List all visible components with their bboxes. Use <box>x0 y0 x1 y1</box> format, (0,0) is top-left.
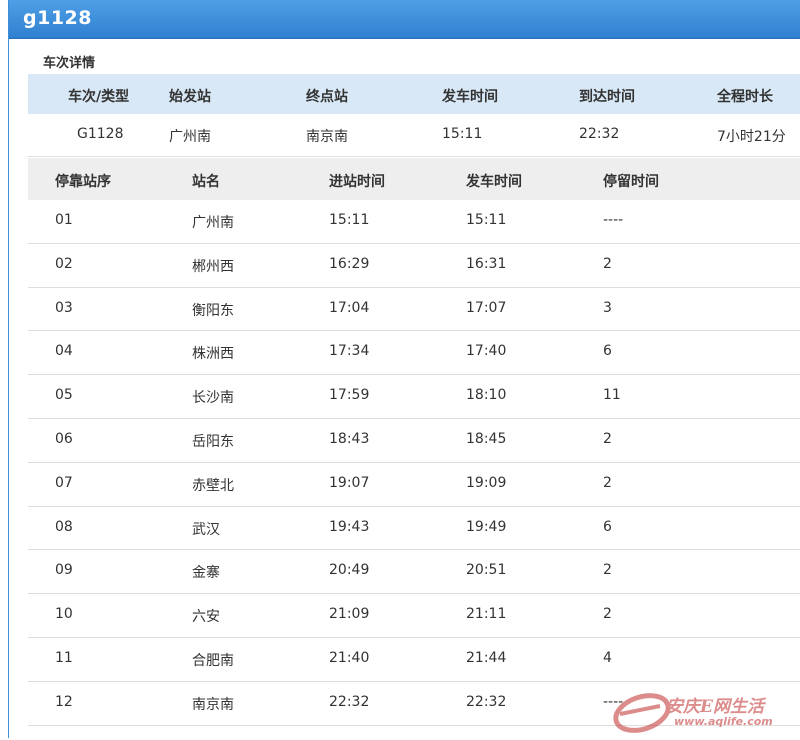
train-detail-panel: g1128 车次详情 车次/类型 始发站 终点站 发车时间 到达时间 全程时长 … <box>8 0 800 738</box>
stop-seq: 01 <box>55 212 73 228</box>
stop-arrive-time: 21:40 <box>329 649 370 666</box>
stop-stay-time: 2 <box>603 606 612 623</box>
stop-arrive-time: 17:04 <box>329 299 370 316</box>
stop-stay-time: 4 <box>603 649 612 666</box>
table-row: 04 株洲西 17:34 17:40 6 <box>28 331 800 376</box>
stop-seq: 05 <box>55 387 73 404</box>
stops-header-stay: 停留时间 <box>603 174 659 190</box>
stop-depart-time: 21:44 <box>466 649 507 666</box>
stop-stay-time: 2 <box>603 255 612 272</box>
summary-arrive-time: 22:32 <box>579 126 620 142</box>
stop-seq: 08 <box>55 518 73 535</box>
table-row: 10 六安 21:09 21:11 2 <box>28 594 800 638</box>
stops-header-station: 站名 <box>192 174 220 190</box>
stop-arrive-time: 15:11 <box>329 212 370 228</box>
stop-stay-time: 3 <box>603 299 612 316</box>
stop-station: 长沙南 <box>192 390 234 407</box>
stop-seq: 07 <box>55 474 73 491</box>
summary-header-train: 车次/类型 <box>68 89 130 105</box>
stop-station: 赤壁北 <box>192 477 234 494</box>
stop-depart-time: 19:09 <box>466 474 507 491</box>
stop-depart-time: 15:11 <box>466 212 507 228</box>
summary-depart-time: 15:11 <box>442 126 483 142</box>
summary-header-terminal: 终点站 <box>306 89 348 105</box>
stop-depart-time: 16:31 <box>466 255 507 272</box>
table-row: 07 赤壁北 19:07 19:09 2 <box>28 463 800 507</box>
stop-station: 金寨 <box>192 565 220 582</box>
stop-depart-time: 22:32 <box>466 693 507 710</box>
stop-arrive-time: 18:43 <box>329 430 370 447</box>
stop-seq: 04 <box>55 343 73 360</box>
stop-arrive-time: 17:59 <box>329 387 370 404</box>
stop-seq: 03 <box>55 299 73 316</box>
stop-station: 六安 <box>192 609 220 626</box>
stop-stay-time: 6 <box>603 343 612 360</box>
table-row: 08 武汉 19:43 19:49 6 <box>28 507 800 551</box>
stop-arrive-time: 21:09 <box>329 606 370 623</box>
summary-row: G1128 广州南 南京南 15:11 22:32 7小时21分 <box>28 114 800 157</box>
stop-station: 广州南 <box>192 215 234 231</box>
stop-seq: 09 <box>55 562 73 579</box>
stop-depart-time: 19:49 <box>466 518 507 535</box>
stop-depart-time: 21:11 <box>466 606 507 623</box>
table-row: 03 衡阳东 17:04 17:07 3 <box>28 288 800 332</box>
stop-station: 衡阳东 <box>192 302 234 319</box>
title-bar: g1128 <box>9 0 800 39</box>
summary-header-origin: 始发站 <box>169 89 211 105</box>
stop-seq: 02 <box>55 255 73 272</box>
page-title: g1128 <box>23 7 92 29</box>
stop-seq: 11 <box>55 649 73 666</box>
watermark-url: www.aqlife.com <box>674 715 773 728</box>
stop-station: 岳阳东 <box>192 433 234 450</box>
stop-arrive-time: 19:07 <box>329 474 370 491</box>
stop-stay-time: ---- <box>603 212 624 228</box>
summary-train-number: G1128 <box>77 126 124 142</box>
stop-stay-time: 2 <box>603 430 612 447</box>
stop-depart-time: 18:45 <box>466 430 507 447</box>
summary-header-row: 车次/类型 始发站 终点站 发车时间 到达时间 全程时长 <box>28 74 800 114</box>
stop-depart-time: 20:51 <box>466 562 507 579</box>
stop-stay-time: 6 <box>603 518 612 535</box>
stops-header-row: 停靠站序 站名 进站时间 发车时间 停留时间 <box>28 158 800 200</box>
stop-station: 郴州西 <box>192 258 234 275</box>
stop-station: 南京南 <box>192 696 234 713</box>
watermark-text: 安庆E网生活 <box>666 697 764 717</box>
stops-table-body: 01 广州南 15:11 15:11 ---- 02 郴州西 16:29 16:31 2 03 衡阳东… <box>28 200 800 726</box>
table-row: 11 合肥南 21:40 21:44 4 <box>28 638 800 682</box>
table-row: 06 岳阳东 18:43 18:45 2 <box>28 419 800 463</box>
stop-arrive-time: 22:32 <box>329 693 370 710</box>
stops-header-depart: 发车时间 <box>466 174 522 190</box>
summary-duration: 7小时21分 <box>717 129 786 145</box>
stop-stay-time: 2 <box>603 474 612 491</box>
section-title: 车次详情 <box>43 56 96 71</box>
stop-arrive-time: 19:43 <box>329 518 370 535</box>
stop-stay-time: 2 <box>603 562 612 579</box>
stops-header-seq: 停靠站序 <box>55 174 111 190</box>
summary-header-duration: 全程时长 <box>717 89 773 105</box>
table-row: 05 长沙南 17:59 18:10 11 <box>28 375 800 419</box>
table-row: 02 郴州西 16:29 16:31 2 <box>28 244 800 288</box>
stop-depart-time: 17:40 <box>466 343 507 360</box>
stop-arrive-time: 20:49 <box>329 562 370 579</box>
summary-header-arrive: 到达时间 <box>579 89 635 105</box>
stop-station: 武汉 <box>192 521 220 538</box>
watermark: 安庆E网生活 www.aqlife.com <box>608 686 798 736</box>
stops-header-arrive: 进站时间 <box>329 174 385 190</box>
stop-arrive-time: 16:29 <box>329 255 370 272</box>
stop-seq: 12 <box>55 693 73 710</box>
stop-seq: 06 <box>55 430 73 447</box>
stop-arrive-time: 17:34 <box>329 343 370 360</box>
table-row: 09 金寨 20:49 20:51 2 <box>28 550 800 595</box>
summary-header-depart: 发车时间 <box>442 89 498 105</box>
stop-stay-time: 11 <box>603 387 621 404</box>
stop-station: 株洲西 <box>192 346 234 363</box>
table-row: 01 广州南 15:11 15:11 ---- <box>28 200 800 244</box>
stop-depart-time: 18:10 <box>466 387 507 404</box>
summary-terminal: 南京南 <box>306 129 348 145</box>
stop-depart-time: 17:07 <box>466 299 507 316</box>
stop-seq: 10 <box>55 606 73 623</box>
stop-station: 合肥南 <box>192 652 234 669</box>
summary-origin: 广州南 <box>169 129 211 145</box>
